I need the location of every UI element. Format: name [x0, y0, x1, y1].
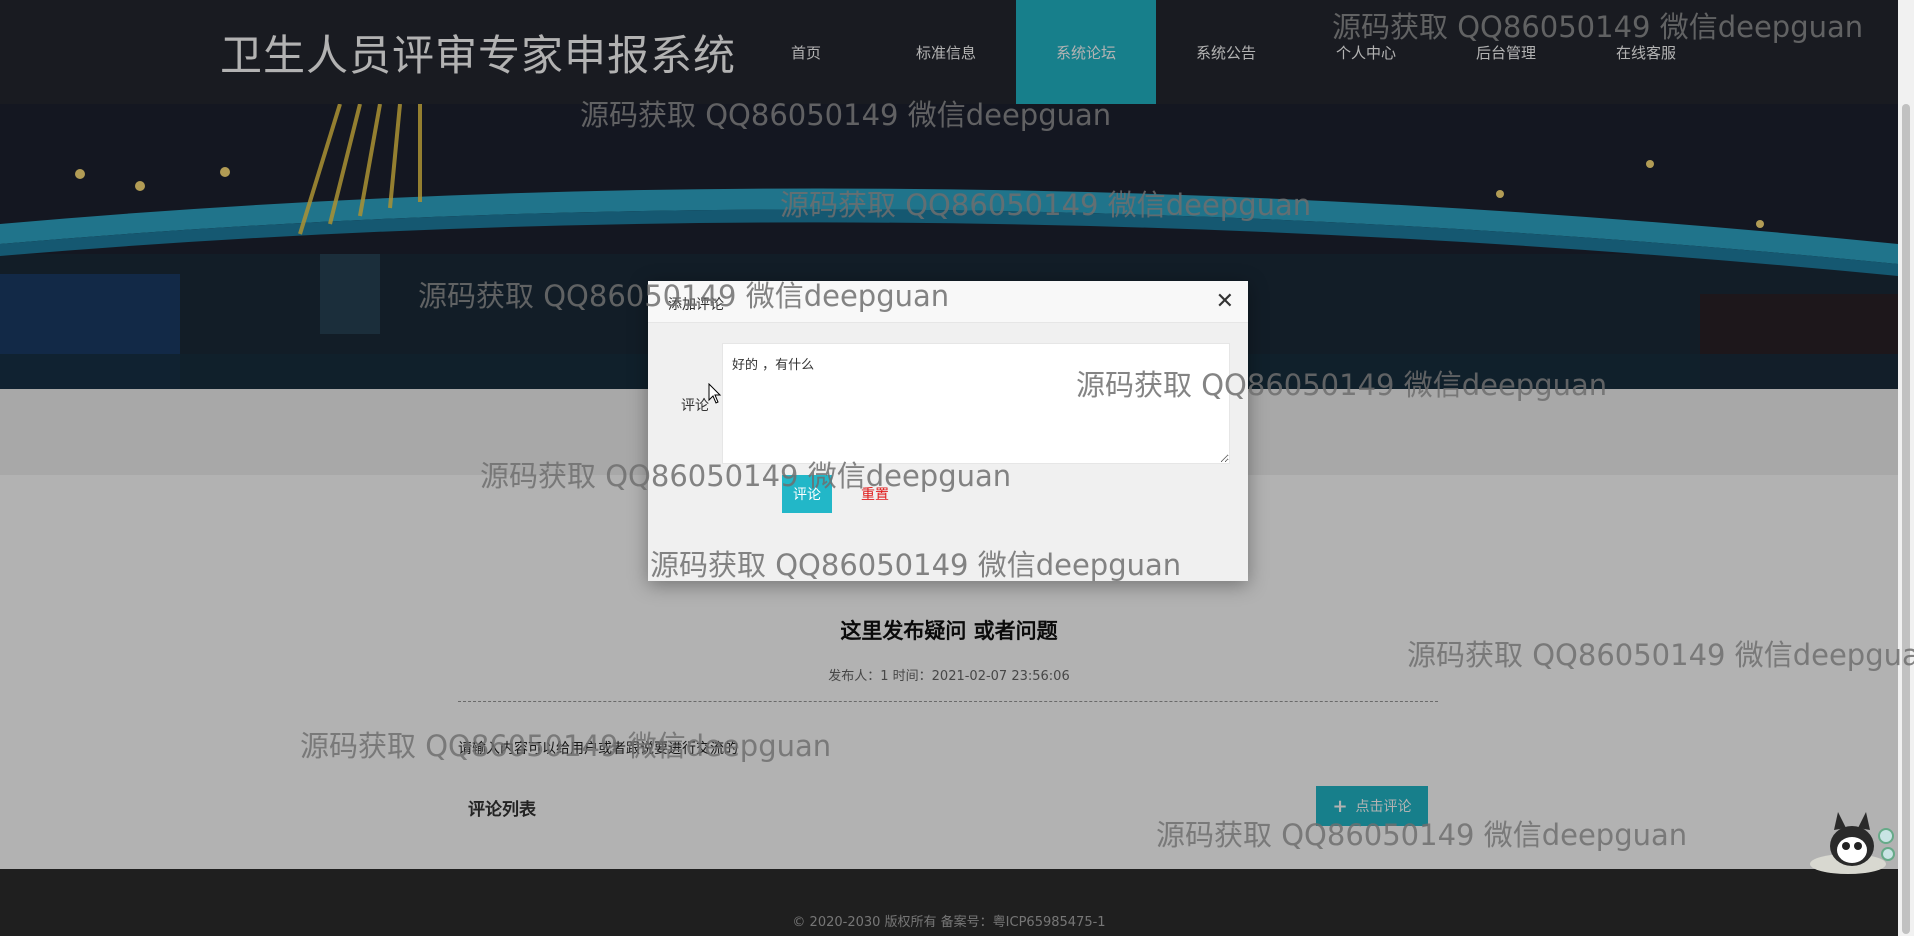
- mascot-cat-image[interactable]: [1806, 806, 1898, 876]
- comment-field-label: 评论: [681, 398, 709, 414]
- scrollbar-thumb[interactable]: [1902, 104, 1910, 934]
- add-comment-modal: 添加评论 ✕ 评论 好的 ，有什么 评论 重置: [648, 281, 1248, 581]
- mouse-cursor-icon: [708, 382, 722, 409]
- comment-textarea[interactable]: 好的 ，有什么: [722, 343, 1230, 464]
- modal-header: 添加评论 ✕: [648, 281, 1248, 323]
- page-scrollbar[interactable]: [1898, 0, 1914, 936]
- submit-comment-button[interactable]: 评论: [782, 475, 832, 513]
- reset-button[interactable]: 重置: [854, 475, 896, 513]
- close-icon[interactable]: ✕: [1216, 289, 1234, 315]
- modal-title: 添加评论: [668, 297, 724, 313]
